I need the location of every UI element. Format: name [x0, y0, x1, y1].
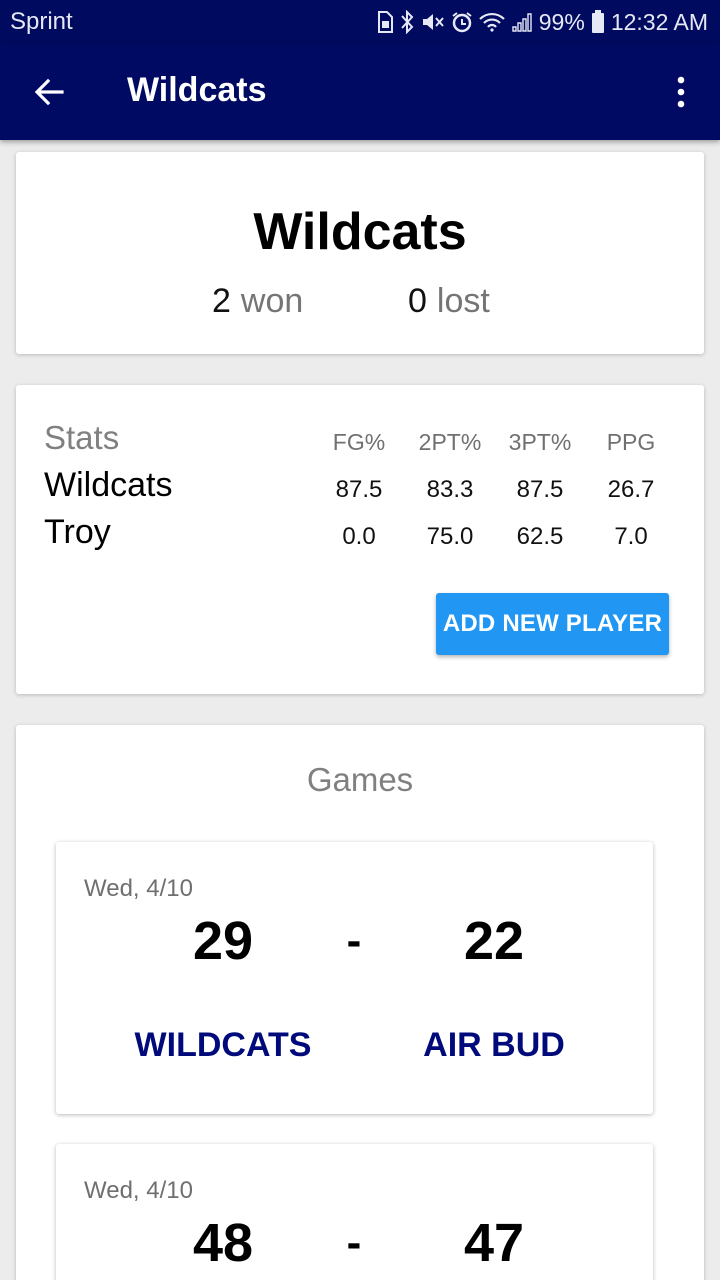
won-label: won	[240, 282, 304, 320]
clock-time: 12:32 AM	[610, 8, 708, 35]
back-button[interactable]	[28, 70, 72, 114]
game-card[interactable]: Wed, 4/10 48 - 47	[56, 1144, 653, 1280]
stats-cell: 75.0	[426, 523, 474, 550]
game-date: Wed, 4/10	[84, 1177, 193, 1204]
won-count: 2	[212, 282, 231, 320]
stats-cell: 87.5	[516, 476, 564, 503]
stats-heading: Stats	[44, 419, 120, 456]
stats-row-name: Troy	[44, 513, 111, 551]
home-score: 48	[192, 1213, 254, 1273]
stats-cell: 26.7	[607, 476, 655, 503]
status-bar: Sprint 99% 12:32 AM	[0, 0, 720, 44]
stats-cell: 7.0	[614, 523, 648, 550]
stats-row-name: Wildcats	[44, 466, 173, 504]
team-name: Wildcats	[253, 203, 467, 261]
away-team-link[interactable]: AIR BUD	[374, 1026, 614, 1065]
home-team-link[interactable]: WILDCATS	[103, 1026, 343, 1065]
stats-cell: 87.5	[335, 476, 383, 503]
away-score: 47	[463, 1213, 525, 1273]
lost-count: 0	[408, 282, 427, 320]
wifi-icon	[478, 12, 505, 32]
stats-cell: 0.0	[342, 523, 376, 550]
away-score: 22	[463, 911, 525, 971]
team-summary-card: Wildcats 2 won 0 lost	[16, 152, 704, 354]
record-won: 2 won	[212, 282, 303, 321]
arrow-left-icon	[28, 78, 72, 118]
app-bar: Wildcats	[0, 44, 720, 140]
column-header-2pt: 2PT%	[418, 429, 482, 455]
mute-icon	[421, 11, 445, 33]
column-header-ppg: PPG	[606, 429, 656, 455]
signal-icon	[511, 12, 533, 32]
games-heading: Games	[306, 761, 414, 798]
alarm-icon	[451, 11, 473, 33]
carrier-name: Sprint	[10, 8, 73, 35]
battery-percent: 99%	[538, 8, 585, 35]
overflow-menu-button[interactable]	[664, 70, 698, 114]
add-new-player-button[interactable]: ADD NEW PLAYER	[436, 593, 669, 655]
record-lost: 0 lost	[408, 282, 490, 321]
bluetooth-icon	[399, 10, 415, 34]
app-title: Wildcats	[127, 71, 267, 109]
column-header-3pt: 3PT%	[508, 429, 572, 455]
more-vert-icon	[664, 76, 698, 118]
battery-icon	[591, 10, 605, 34]
stats-cell: 62.5	[516, 523, 564, 550]
stats-cell: 83.3	[426, 476, 474, 503]
column-header-fg: FG%	[332, 429, 386, 455]
game-date: Wed, 4/10	[84, 875, 193, 902]
lost-label: lost	[436, 282, 490, 320]
home-score: 29	[192, 911, 254, 971]
sim-icon	[377, 11, 393, 33]
score-separator: -	[346, 916, 362, 965]
score-separator: -	[346, 1218, 362, 1267]
game-card[interactable]: Wed, 4/10 29 - 22 WILDCATS AIR BUD	[56, 842, 653, 1114]
stats-card: Stats FG% 2PT% 3PT% PPG Wildcats 87.5 83…	[16, 385, 704, 694]
games-card: Games Wed, 4/10 29 - 22 WILDCATS AIR BUD…	[16, 725, 704, 1280]
status-icons: 99% 12:32 AM	[377, 9, 708, 36]
